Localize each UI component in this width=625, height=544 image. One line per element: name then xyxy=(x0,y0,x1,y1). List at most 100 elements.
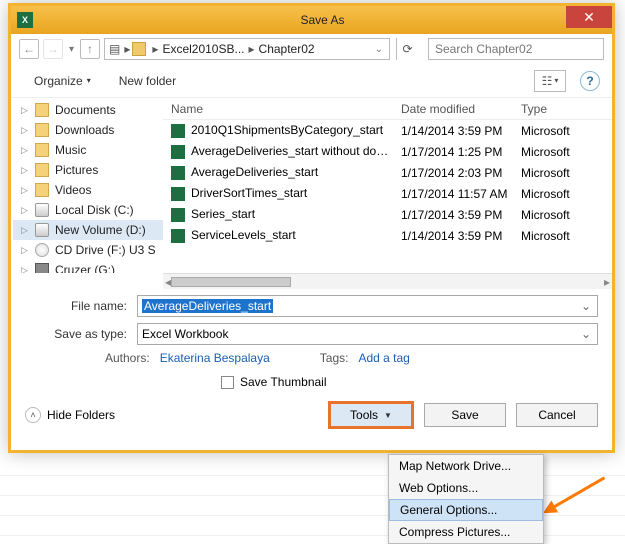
close-button[interactable]: ✕ xyxy=(566,6,612,28)
save-thumbnail-label[interactable]: Save Thumbnail xyxy=(240,375,327,389)
save-type-field[interactable]: Excel Workbook ⌄ xyxy=(137,323,598,345)
column-headers[interactable]: Name Date modified Type xyxy=(163,98,612,120)
tree-item-label: CD Drive (F:) U3 S xyxy=(55,243,156,257)
tree-item-label: Music xyxy=(55,143,86,157)
breadcrumb-seg[interactable]: Chapter02 xyxy=(257,42,317,56)
tree-item[interactable]: ▷ CD Drive (F:) U3 S xyxy=(13,240,163,260)
search-input[interactable] xyxy=(428,38,604,60)
excel-file-icon xyxy=(171,124,185,138)
folder-icon xyxy=(35,163,49,177)
footer: ˄ Hide Folders Tools▼ Save Cancel xyxy=(11,393,612,435)
tree-item[interactable]: ▷ Local Disk (C:) xyxy=(13,200,163,220)
file-row[interactable]: DriverSortTimes_start1/17/2014 11:57 AMM… xyxy=(163,183,612,204)
chevron-right-icon[interactable]: ▷ xyxy=(21,205,28,216)
chevron-right-icon[interactable]: ▷ xyxy=(21,245,28,256)
col-date[interactable]: Date modified xyxy=(393,102,513,116)
chevron-right-icon[interactable]: ▷ xyxy=(21,105,28,116)
tree-item[interactable]: ▷ Music xyxy=(13,140,163,160)
menu-item[interactable]: Compress Pictures... xyxy=(389,521,543,543)
dialog-title: Save As xyxy=(33,13,612,27)
menu-item[interactable]: General Options... xyxy=(389,499,543,521)
file-row[interactable]: AverageDeliveries_start without doc prop… xyxy=(163,141,612,162)
help-button[interactable]: ? xyxy=(580,71,600,91)
tree-item[interactable]: ▷ Videos xyxy=(13,180,163,200)
chevron-down-icon: ▼ xyxy=(384,411,392,420)
tree-item-label: Pictures xyxy=(55,163,98,177)
folder-icon xyxy=(132,42,146,56)
organize-button[interactable]: Organize▾ xyxy=(23,69,102,93)
up-button[interactable]: ↑ xyxy=(80,39,100,59)
history-drop[interactable]: ▾ xyxy=(67,44,76,55)
cancel-button[interactable]: Cancel xyxy=(516,403,598,427)
file-row[interactable]: Series_start1/17/2014 3:59 PMMicrosoft xyxy=(163,204,612,225)
tools-button[interactable]: Tools▼ xyxy=(328,401,414,429)
tree-item-label: Local Disk (C:) xyxy=(55,203,134,217)
tools-menu: Map Network Drive...Web Options...Genera… xyxy=(388,454,544,544)
disk-icon xyxy=(35,203,49,217)
excel-file-icon xyxy=(171,145,185,159)
folder-icon xyxy=(35,103,49,117)
file-row[interactable]: ServiceLevels_start1/14/2014 3:59 PMMicr… xyxy=(163,225,612,246)
chevron-right-icon[interactable]: ▷ xyxy=(21,185,28,196)
forward-button[interactable]: → xyxy=(43,39,63,59)
chevron-right-icon[interactable]: ▷ xyxy=(21,225,28,236)
new-folder-button[interactable]: New folder xyxy=(108,69,187,93)
menu-item[interactable]: Map Network Drive... xyxy=(389,455,543,477)
authors-label: Authors: xyxy=(105,351,150,365)
file-list: Name Date modified Type 2010Q1ShipmentsB… xyxy=(163,98,612,273)
tree-item[interactable]: ▷Cruzer (G:) xyxy=(13,260,163,273)
breadcrumb-seg[interactable]: Excel2010SB... xyxy=(160,42,246,56)
chevron-right-icon[interactable]: ▸ xyxy=(122,42,132,56)
folder-icon xyxy=(35,123,49,137)
tree-item[interactable]: ▷ Pictures xyxy=(13,160,163,180)
tree-item-label: Downloads xyxy=(55,123,114,137)
excel-file-icon xyxy=(171,229,185,243)
file-row[interactable]: 2010Q1ShipmentsByCategory_start1/14/2014… xyxy=(163,120,612,141)
chevron-right-icon[interactable]: ▸ xyxy=(150,42,160,56)
back-button[interactable]: ← xyxy=(19,39,39,59)
cd-icon xyxy=(35,243,49,257)
tree-item[interactable]: ▷ Documents xyxy=(13,100,163,120)
toolbar: Organize▾ New folder ☷▾ ? xyxy=(11,64,612,98)
chevron-right-icon[interactable]: ▷ xyxy=(21,165,28,176)
horizontal-scrollbar[interactable]: ◂▸ xyxy=(163,273,612,289)
folder-icon xyxy=(35,183,49,197)
col-type[interactable]: Type xyxy=(513,102,612,116)
file-name-label: File name: xyxy=(51,299,137,313)
chevron-right-icon[interactable]: ▷ xyxy=(21,125,28,136)
path-drop[interactable]: ⌄ xyxy=(373,44,385,55)
col-name[interactable]: Name xyxy=(163,102,393,116)
save-thumbnail-checkbox[interactable] xyxy=(221,376,234,389)
tree-item[interactable]: ▷ Downloads xyxy=(13,120,163,140)
excel-file-icon xyxy=(171,187,185,201)
tree-item-label: New Volume (D:) xyxy=(55,223,146,237)
tags-value[interactable]: Add a tag xyxy=(358,351,409,365)
tree-item-label: Videos xyxy=(55,183,91,197)
tree-item[interactable]: ▷ New Volume (D:) xyxy=(13,220,163,240)
chevron-right-icon[interactable]: ▸ xyxy=(247,42,257,56)
hide-folders-button[interactable]: ˄ Hide Folders xyxy=(25,407,115,423)
arrow-annotation xyxy=(539,469,611,524)
save-as-dialog: X Save As ✕ ← → ▾ ↑ ▤ ▸ ▸ Excel2010SB...… xyxy=(8,3,615,453)
chevron-right-icon[interactable]: ▷ xyxy=(21,265,28,274)
usb-icon xyxy=(35,263,49,273)
chevron-up-icon: ˄ xyxy=(25,407,41,423)
breadcrumb[interactable]: ▤ ▸ ▸ Excel2010SB... ▸ Chapter02 ⌄ xyxy=(104,38,390,60)
file-name-field[interactable]: AverageDeliveries_start ⌄ xyxy=(137,295,598,317)
excel-icon: X xyxy=(17,12,33,28)
tree-item-label: Documents xyxy=(55,103,116,117)
chevron-right-icon[interactable]: ▷ xyxy=(21,145,28,156)
save-type-label: Save as type: xyxy=(51,327,137,341)
address-bar: ← → ▾ ↑ ▤ ▸ ▸ Excel2010SB... ▸ Chapter02… xyxy=(11,34,612,64)
titlebar: X Save As ✕ xyxy=(11,6,612,34)
chevron-down-icon[interactable]: ⌄ xyxy=(579,327,593,341)
authors-value[interactable]: Ekaterina Bespalaya xyxy=(160,351,270,365)
save-button[interactable]: Save xyxy=(424,403,506,427)
form-area: File name: AverageDeliveries_start ⌄ Sav… xyxy=(11,289,612,393)
file-row[interactable]: AverageDeliveries_start1/17/2014 2:03 PM… xyxy=(163,162,612,183)
view-options-button[interactable]: ☷▾ xyxy=(534,70,566,92)
folder-icon xyxy=(35,143,49,157)
chevron-down-icon[interactable]: ⌄ xyxy=(579,299,593,313)
refresh-button[interactable]: ⟳ xyxy=(396,38,418,60)
menu-item[interactable]: Web Options... xyxy=(389,477,543,499)
